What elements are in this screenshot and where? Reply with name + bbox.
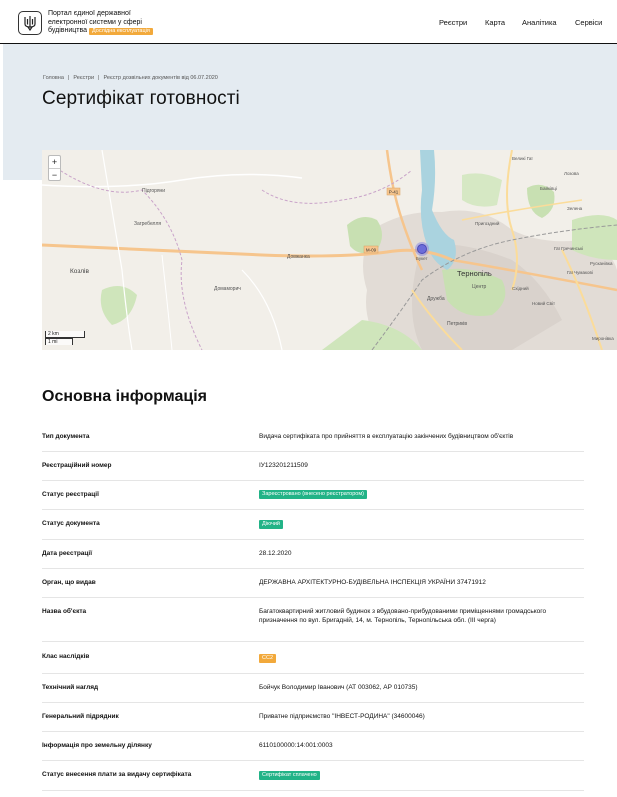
info-label: Назва об'єкта (42, 608, 87, 615)
info-value: ІУ123201211509 (259, 462, 308, 469)
page-title: Сертифікат готовності (42, 88, 240, 109)
breadcrumb: Головна | Реєстри | Реєстр дозвільних докуме… (43, 75, 218, 81)
info-row-reg-date: Дата реєстрації 28.12.2020 (42, 540, 584, 569)
scale-km: 2 km (45, 331, 85, 338)
info-value: Бойчук Володимир Іванович (АТ 003062, АР… (259, 684, 418, 691)
site-header: Портал єдиної державної електронної сист… (0, 0, 617, 44)
brand-line-2: електронної системи у сфері (48, 18, 142, 26)
map-label-dovzhanka: Довжанка (287, 254, 310, 260)
nav-registries[interactable]: Реєстри (439, 18, 467, 27)
test-mode-badge: Дослідна експлуатація (89, 28, 153, 35)
zoom-out-button[interactable]: − (49, 168, 60, 180)
breadcrumb-current[interactable]: Реєстр дозвільних документів від 06.07.2… (103, 75, 217, 81)
info-row-reg-number: Реєстраційний номер ІУ123201211509 (42, 452, 584, 481)
info-value: ДЕРЖАВНА АРХІТЕКТУРНО-БУДІВЕЛЬНА ІНСПЕКЦ… (259, 579, 486, 586)
info-value: Приватне підприємство "ІНВЕСТ-РОДИНА" (3… (259, 713, 425, 720)
map-label-lozova: Лозова (564, 171, 579, 176)
road-label-m09: М-09 (366, 248, 377, 253)
map-label-bukets: Букет (416, 256, 428, 261)
info-label: Реєстраційний номер (42, 462, 112, 469)
scale-mi: 1 mi (45, 338, 73, 345)
info-label: Тип документа (42, 433, 90, 440)
map-label-zelena: Зелена (567, 206, 583, 211)
map-label-pidhoryany: Підгоряни (142, 188, 165, 194)
class-badge: СС2 (259, 654, 277, 663)
map-label-velyki-hayi: Великі Гаї (512, 156, 533, 161)
status-badge: Діючий (259, 520, 283, 529)
info-row-payment-status: Статус внесення плати за видачу сертифік… (42, 761, 584, 791)
info-row-reg-status: Статус реєстрації Зареєстровано (внесено… (42, 481, 584, 510)
brand-line-1: Портал єдиної державної (48, 10, 131, 17)
map-label-baykivtsi: Байківці (540, 185, 557, 191)
info-row-doc-type: Тип документа Видача сертифіката про при… (42, 422, 584, 452)
breadcrumb-home[interactable]: Головна (43, 75, 64, 81)
map-label-skhidny: Східний (512, 285, 529, 291)
info-label: Орган, що видав (42, 579, 96, 586)
info-row-contractor: Генеральний підрядник Приватне підприємс… (42, 703, 584, 732)
map-label-prybuzha: Пригоздний (475, 220, 500, 226)
info-row-issuer: Орган, що видав ДЕРЖАВНА АРХІТЕКТУРНО-БУ… (42, 569, 584, 598)
info-row-doc-status: Статус документа Діючий (42, 510, 584, 540)
map-label-tsentr: Центр (472, 284, 487, 290)
zoom-in-button[interactable]: + (49, 156, 60, 168)
info-value: 6110100000:14:001:0003 (259, 742, 333, 749)
info-label: Статус внесення плати за видачу сертифік… (42, 771, 192, 778)
status-badge: Сертифікат сплачено (259, 771, 320, 780)
info-label: Технічний нагляд (42, 684, 99, 691)
info-row-land-plot: Інформація про земельну ділянку 61101000… (42, 732, 584, 761)
info-row-supervision: Технічний нагляд Бойчук Володимир Іванов… (42, 674, 584, 703)
map-label-myrone: Миронівка (592, 336, 614, 341)
map-label-kozliv: Козлів (70, 267, 89, 275)
info-value: Багатоквартирний житловий будинок з вбуд… (259, 608, 547, 624)
map-label-druzhba: Дружба (427, 296, 445, 302)
map-label-domamoryts: Домаморич (214, 286, 241, 292)
nav-analytics[interactable]: Аналітика (522, 18, 557, 27)
map-label-zahrebellya: Загребелля (134, 221, 161, 227)
info-label: Статус реєстрації (42, 491, 99, 498)
trident-logo-icon[interactable] (18, 11, 42, 35)
location-map[interactable]: М-09 Р-41 Підгоряни Загребелля Козлів До… (42, 150, 617, 350)
road-label-r41: Р-41 (389, 190, 399, 195)
status-badge: Зареєстровано (внесено реєстратором) (259, 490, 367, 499)
info-label: Клас наслідків (42, 653, 90, 660)
info-label: Генеральний підрядник (42, 713, 119, 720)
info-value: Видача сертифіката про прийняття в експл… (259, 433, 514, 440)
nav-map[interactable]: Карта (485, 18, 505, 27)
map-zoom-control: + − (48, 155, 61, 181)
nav-services[interactable]: Сервіси (575, 18, 602, 27)
info-label: Статус документа (42, 520, 100, 527)
portal-brand[interactable]: Портал єдиної державної електронної сист… (48, 10, 188, 36)
section-title: Основна інформація (42, 388, 207, 405)
info-row-object-name: Назва об'єкта Багатоквартирний житловий … (42, 598, 584, 642)
map-label-novyi-svit: Новий Світ (532, 300, 555, 306)
info-label: Дата реєстрації (42, 550, 93, 557)
map-label-hai-hretskovi: Гаї Гречинські (554, 246, 583, 251)
map-label-ruskanivka: Русканівка (590, 261, 613, 266)
info-row-consequence-class: Клас наслідків СС2 (42, 642, 584, 674)
map-label-hai-chumakovy: Гаї Чумакові (567, 270, 593, 275)
map-label-petrykiv: Петриків (447, 321, 467, 327)
breadcrumb-registries[interactable]: Реєстри (73, 75, 94, 81)
map-label-ternopil: Тернопіль (457, 269, 492, 278)
info-label: Інформація про земельну ділянку (42, 742, 152, 749)
info-value: 28.12.2020 (259, 550, 292, 557)
brand-line-3: будівництва (48, 27, 88, 34)
map-scale: 2 km 1 mi (45, 331, 85, 346)
